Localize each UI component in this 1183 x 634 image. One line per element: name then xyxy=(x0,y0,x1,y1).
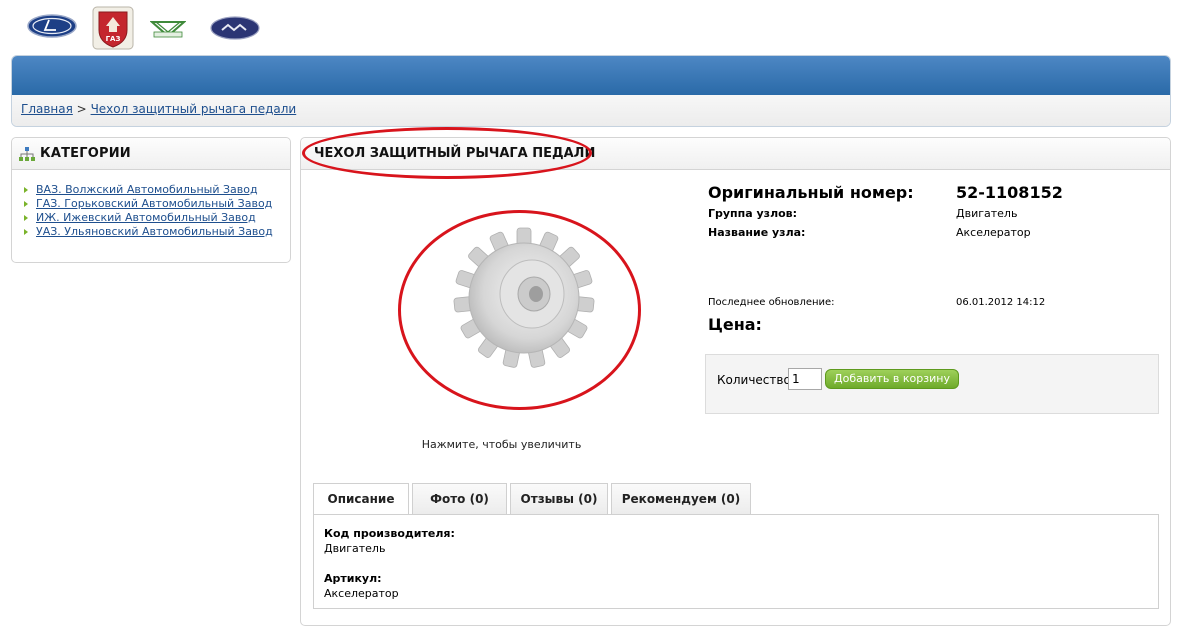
breadcrumb-current-link[interactable]: Чехол защитный рычага педали xyxy=(91,102,297,116)
vaz-logo[interactable] xyxy=(27,14,77,38)
tab-recommended[interactable]: Рекомендуем (0) xyxy=(611,483,751,514)
header-top-bar xyxy=(12,56,1170,95)
sitemap-icon xyxy=(19,147,35,161)
gaz-logo[interactable]: ГАЗ xyxy=(92,6,134,50)
price-label: Цена: xyxy=(708,315,762,334)
bullet-arrow-icon xyxy=(24,201,28,207)
tab-photo[interactable]: Фото (0) xyxy=(412,483,507,514)
group-label: Группа узлов: xyxy=(708,207,798,220)
breadcrumb: Главная > Чехол защитный рычага педали xyxy=(21,102,296,116)
maker-code-value: Двигатель xyxy=(324,542,386,555)
category-item: ИЖ. Ижевский Автомобильный Завод xyxy=(22,211,273,225)
bullet-arrow-icon xyxy=(24,187,28,193)
category-link-vaz[interactable]: ВАЗ. Волжский Автомобильный Завод xyxy=(36,183,258,197)
original-number-value: 52-1108152 xyxy=(956,183,1063,202)
breadcrumb-separator: > xyxy=(76,102,87,116)
product-header: ЧЕХОЛ ЗАЩИТНЫЙ РЫЧАГА ПЕДАЛИ xyxy=(301,138,1170,170)
categories-panel: КАТЕГОРИИ ВАЗ. Волжский Автомобильный За… xyxy=(11,137,291,263)
group-value: Двигатель xyxy=(956,207,1018,220)
product-image[interactable] xyxy=(424,223,614,383)
product-panel: ЧЕХОЛ ЗАЩИТНЫЙ РЫЧАГА ПЕДАЛИ Нажмите, чт… xyxy=(300,127,1171,626)
bullet-arrow-icon xyxy=(24,215,28,221)
quantity-input[interactable] xyxy=(788,368,822,390)
category-link-izh[interactable]: ИЖ. Ижевский Автомобильный Завод xyxy=(36,211,256,225)
svg-text:ГАЗ: ГАЗ xyxy=(106,35,121,43)
add-to-cart-button[interactable]: Добавить в корзину xyxy=(825,369,959,389)
category-link-gaz[interactable]: ГАЗ. Горьковский Автомобильный Завод xyxy=(36,197,272,211)
zoom-hint: Нажмите, чтобы увеличить xyxy=(421,438,582,451)
categories-title: КАТЕГОРИИ xyxy=(40,146,131,161)
tab-description[interactable]: Описание xyxy=(313,483,409,515)
bullet-arrow-icon xyxy=(24,229,28,235)
article-value: Акселератор xyxy=(324,587,399,600)
category-link-uaz[interactable]: УАЗ. Ульяновский Автомобильный Завод xyxy=(36,225,273,239)
maker-code-label: Код производителя: xyxy=(324,527,455,540)
updated-value: 06.01.2012 14:12 xyxy=(956,297,1046,308)
add-to-cart-box: Количество: Добавить в корзину xyxy=(705,354,1159,414)
category-item: ГАЗ. Горьковский Автомобильный Завод xyxy=(22,197,273,211)
quantity-label: Количество: xyxy=(717,373,795,387)
product-tabs: Описание Фото (0) Отзывы (0) Рекомендуем… xyxy=(313,483,754,515)
original-number-label: Оригинальный номер: xyxy=(708,183,914,202)
category-list: ВАЗ. Волжский Автомобильный Завод ГАЗ. Г… xyxy=(22,183,273,239)
site-header: Главная > Чехол защитный рычага педали xyxy=(11,55,1171,127)
categories-header: КАТЕГОРИИ xyxy=(12,138,290,170)
unit-label: Название узла: xyxy=(708,226,806,239)
breadcrumb-bar: Главная > Чехол защитный рычага педали xyxy=(12,95,1170,126)
article-label: Артикул: xyxy=(324,572,382,585)
unit-value: Акселератор xyxy=(956,226,1031,239)
article-field: Артикул: Акселератор xyxy=(324,572,399,600)
breadcrumb-home-link[interactable]: Главная xyxy=(21,102,73,116)
izh-logo[interactable] xyxy=(210,16,260,40)
maker-code-field: Код производителя: Двигатель xyxy=(324,527,455,555)
category-item: УАЗ. Ульяновский Автомобильный Завод xyxy=(22,225,273,239)
product-title: ЧЕХОЛ ЗАЩИТНЫЙ РЫЧАГА ПЕДАЛИ xyxy=(314,146,596,161)
description-panel: Код производителя: Двигатель Артикул: Ак… xyxy=(313,514,1159,609)
updated-label: Последнее обновление: xyxy=(708,297,835,308)
tab-reviews[interactable]: Отзывы (0) xyxy=(510,483,608,514)
category-item: ВАЗ. Волжский Автомобильный Завод xyxy=(22,183,273,197)
uaz-logo[interactable] xyxy=(150,16,186,42)
